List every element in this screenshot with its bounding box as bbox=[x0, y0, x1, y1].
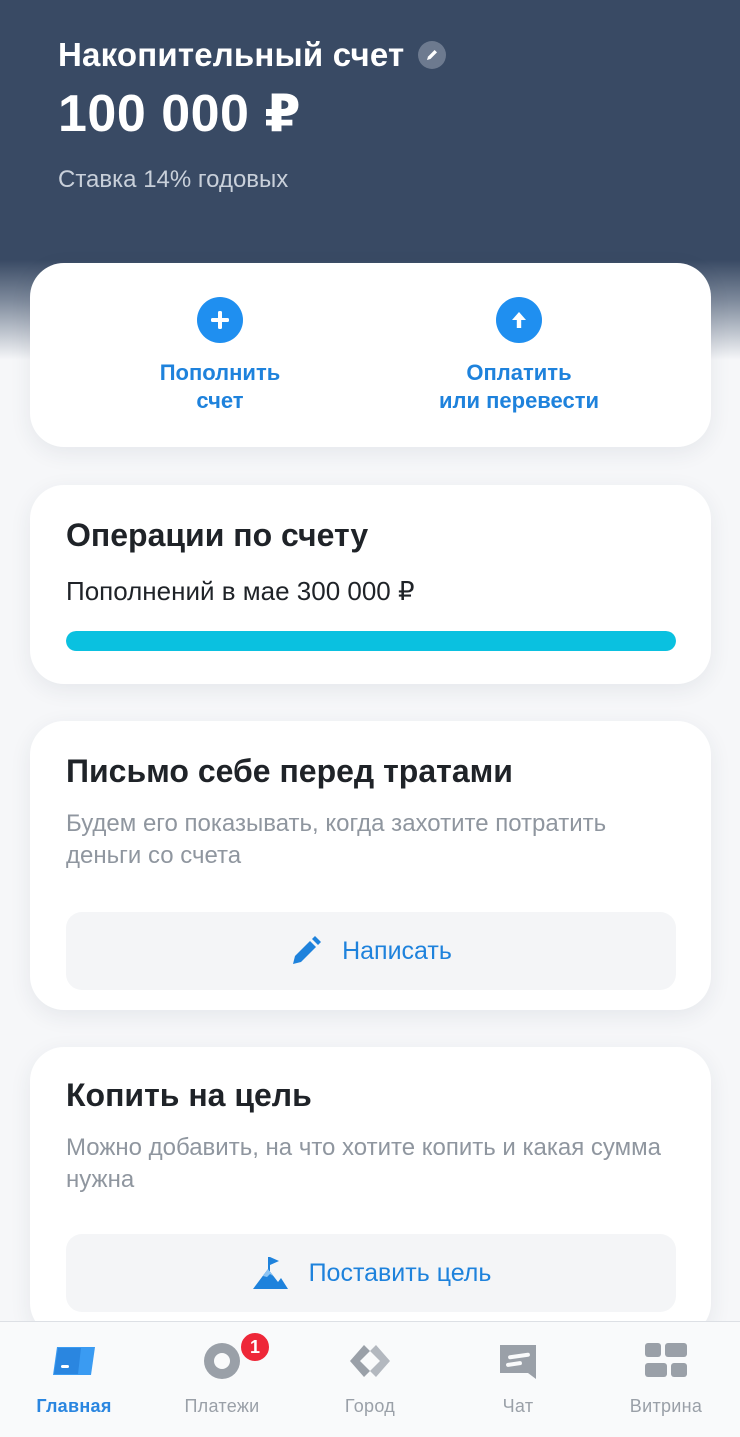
pay-transfer-label: Оплатить или перевести bbox=[438, 360, 600, 413]
top-up-button[interactable]: Пополнить счет bbox=[90, 297, 350, 415]
card-icon bbox=[50, 1340, 98, 1382]
showcase-icon bbox=[642, 1340, 690, 1382]
operations-progress-fill bbox=[66, 631, 676, 651]
mountain-flag-icon bbox=[252, 1257, 288, 1289]
tab-payments-label: Платежи bbox=[184, 1396, 260, 1416]
tab-showcase[interactable]: Витрина bbox=[592, 1322, 740, 1437]
payments-badge: 1 bbox=[238, 1330, 272, 1364]
tab-chat-label: Чат bbox=[502, 1396, 534, 1416]
letter-card: Письмо себе перед тратами Будем его пока… bbox=[30, 721, 711, 1010]
edit-name-icon[interactable] bbox=[418, 41, 447, 69]
account-title: Накопительный счет bbox=[58, 36, 405, 73]
pay-transfer-button[interactable]: Оплатить или перевести bbox=[389, 297, 649, 415]
goal-title: Копить на цель bbox=[66, 1077, 312, 1113]
arrow-up-icon bbox=[496, 297, 542, 343]
actions-card: Пополнить счет Оплатить или перевести bbox=[30, 263, 711, 447]
tab-showcase-label: Витрина bbox=[629, 1396, 703, 1416]
tab-payments[interactable]: 1 Платежи bbox=[148, 1322, 296, 1437]
letter-description: Будем его показывать, когда захотите пот… bbox=[66, 810, 607, 869]
tab-chat[interactable]: Чат bbox=[444, 1322, 592, 1437]
account-balance: 100 000 ₽ bbox=[58, 85, 302, 143]
account-title-row: Накопительный счет bbox=[58, 36, 447, 74]
operations-subtitle: Пополнений в мае 300 000 ₽ bbox=[66, 576, 415, 606]
tab-home-label: Главная bbox=[36, 1396, 112, 1416]
set-goal-button[interactable]: Поставить цель bbox=[66, 1234, 676, 1312]
city-icon bbox=[346, 1340, 394, 1382]
pencil-icon bbox=[293, 936, 322, 964]
set-goal-label: Поставить цель bbox=[308, 1258, 492, 1287]
tab-home[interactable]: Главная bbox=[0, 1322, 148, 1437]
pencil-icon bbox=[427, 50, 438, 60]
bottom-tab-bar: Главная 1 Платежи Город Чат Витрина bbox=[0, 1321, 740, 1437]
operations-card[interactable]: Операции по счету Пополнений в мае 300 0… bbox=[30, 485, 711, 684]
goal-description: Можно добавить, на что хотите копить и к… bbox=[66, 1134, 661, 1193]
chat-icon bbox=[494, 1340, 542, 1382]
interest-rate: Ставка 14% годовых bbox=[58, 166, 289, 193]
tab-city[interactable]: Город bbox=[296, 1322, 444, 1437]
goal-card: Копить на цель Можно добавить, на что хо… bbox=[30, 1047, 711, 1337]
tab-city-label: Город bbox=[344, 1396, 396, 1416]
write-letter-label: Написать bbox=[342, 936, 452, 965]
top-up-label: Пополнить счет bbox=[159, 360, 281, 413]
write-letter-button[interactable]: Написать bbox=[66, 912, 676, 990]
operations-title: Операции по счету bbox=[66, 517, 369, 553]
letter-title: Письмо себе перед тратами bbox=[66, 753, 513, 789]
plus-icon bbox=[197, 297, 243, 343]
operations-progress-bar bbox=[66, 631, 676, 651]
account-header: Накопительный счет 100 000 ₽ Ставка 14% … bbox=[58, 36, 447, 194]
